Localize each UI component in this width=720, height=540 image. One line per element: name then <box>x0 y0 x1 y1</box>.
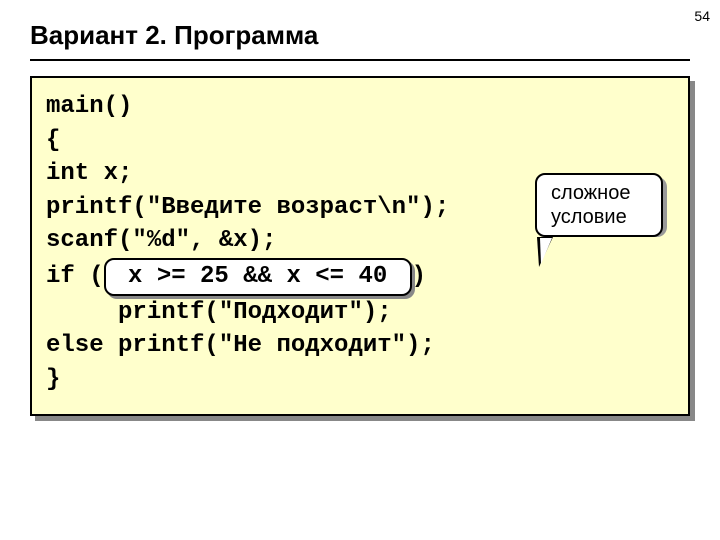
code-line-7: printf("Подходит"); <box>46 296 670 330</box>
code-if-prefix: if ( <box>46 263 104 290</box>
code-line-2: { <box>46 124 670 158</box>
callout-box: сложное условие <box>535 173 663 237</box>
code-line-9: } <box>46 363 670 397</box>
slide: Вариант 2. Программа main() { int x; pri… <box>0 0 720 446</box>
code-if-suffix: ) <box>412 263 426 290</box>
callout-wrapper: сложное условие <box>535 173 663 237</box>
highlight-condition: x >= 25 && x <= 40 <box>104 258 412 296</box>
code-box-wrapper: main() { int x; printf("Введите возраст\… <box>30 76 690 416</box>
code-line-8: else printf("Не подходит"); <box>46 329 670 363</box>
slide-title: Вариант 2. Программа <box>30 20 690 51</box>
page-number: 54 <box>694 8 710 24</box>
callout-tail-inner <box>540 238 552 264</box>
code-line-6: if ( x >= 25 && x <= 40 ) <box>46 258 670 296</box>
title-underline <box>30 59 690 61</box>
code-line-1: main() <box>46 90 670 124</box>
code-box: main() { int x; printf("Введите возраст\… <box>30 76 690 416</box>
callout-line-1: сложное <box>551 181 647 205</box>
highlight-wrapper: x >= 25 && x <= 40 <box>104 258 412 296</box>
callout-line-2: условие <box>551 205 647 229</box>
